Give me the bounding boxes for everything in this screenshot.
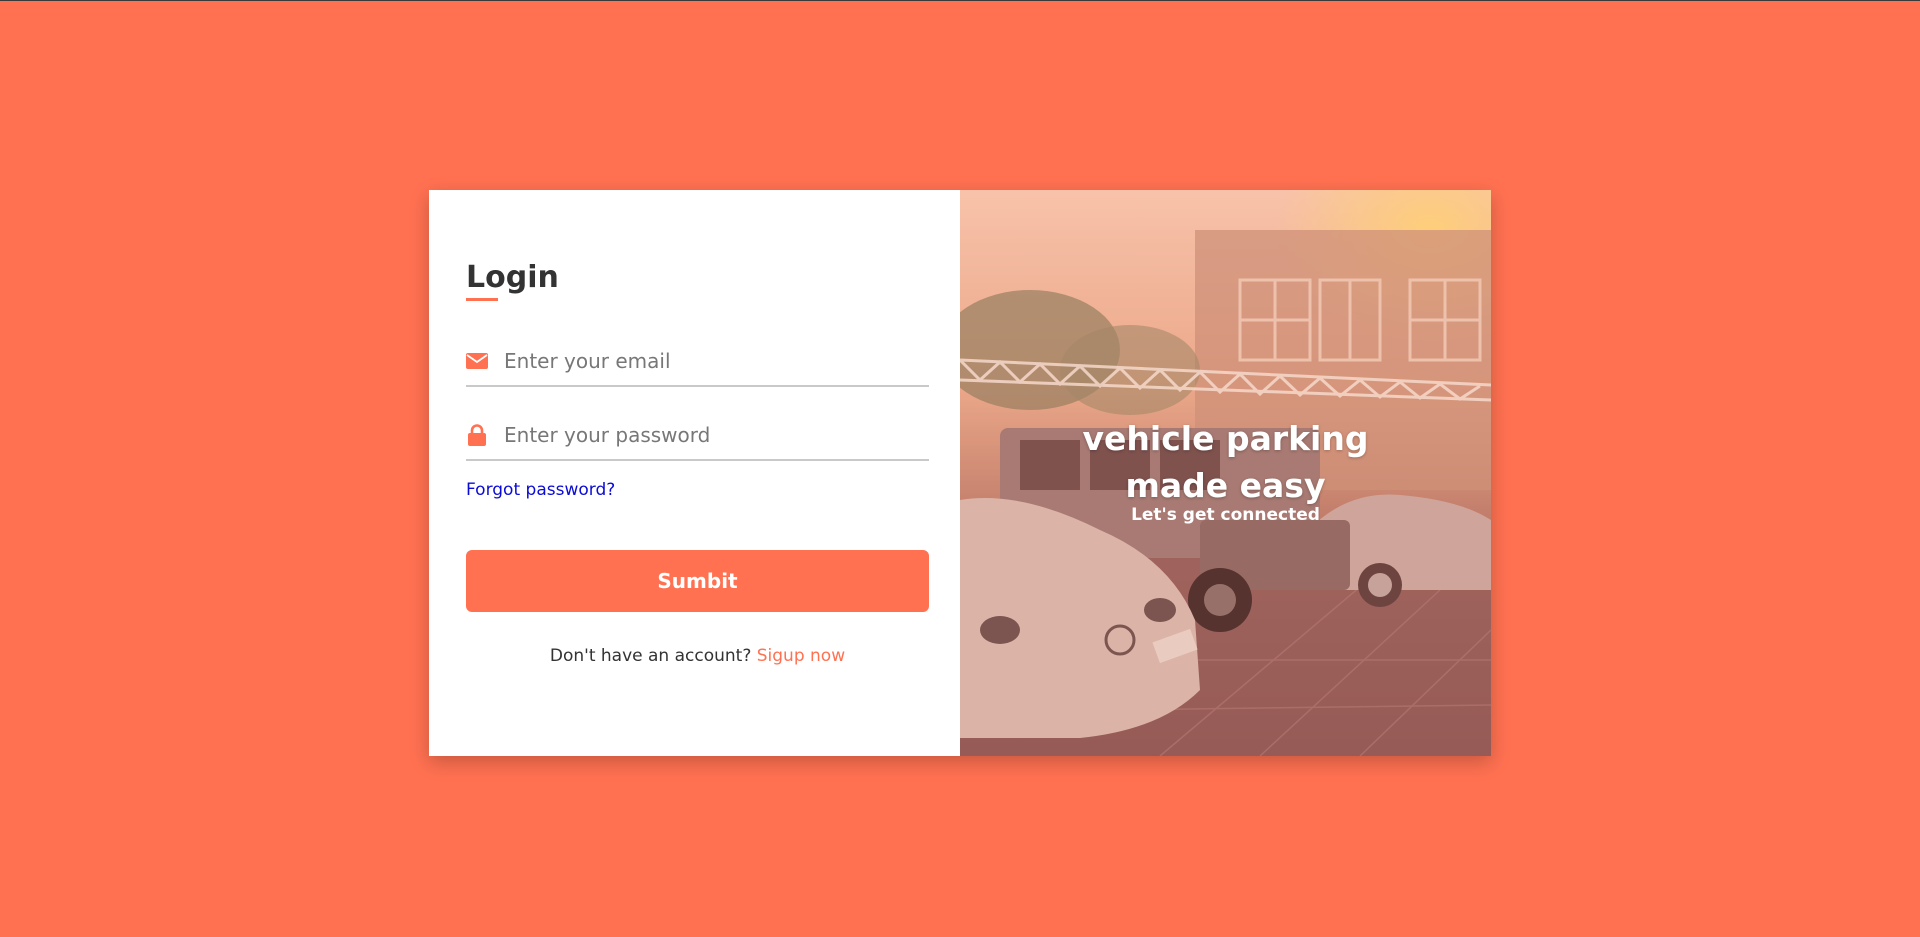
login-title-text: Login — [466, 260, 559, 295]
signup-prompt: Don't have an account? — [549, 646, 752, 666]
login-form: Login Forgot password? Sumbit — [429, 190, 960, 756]
login-card: Login Forgot password? Sumbit — [429, 190, 1491, 756]
login-title: Login — [466, 260, 559, 301]
hero-subtitle: Let's get connected — [1131, 505, 1320, 525]
lock-icon — [466, 424, 488, 446]
hero-title: vehicle parking made easy — [1082, 419, 1369, 505]
hero-image-panel: vehicle parking made easy Let's get conn… — [960, 190, 1491, 756]
email-input[interactable] — [504, 341, 929, 381]
email-field — [466, 337, 929, 387]
password-input[interactable] — [504, 415, 929, 455]
signup-link[interactable]: Sigup now — [757, 646, 845, 666]
signup-row: Don't have an account? Sigup now — [466, 646, 929, 666]
title-underline — [466, 298, 498, 301]
forgot-password-link[interactable]: Forgot password? — [466, 480, 615, 500]
password-field — [466, 411, 929, 461]
submit-button[interactable]: Sumbit — [466, 550, 929, 612]
envelope-icon — [466, 350, 488, 372]
hero-text: vehicle parking made easy Let's get conn… — [960, 415, 1491, 525]
